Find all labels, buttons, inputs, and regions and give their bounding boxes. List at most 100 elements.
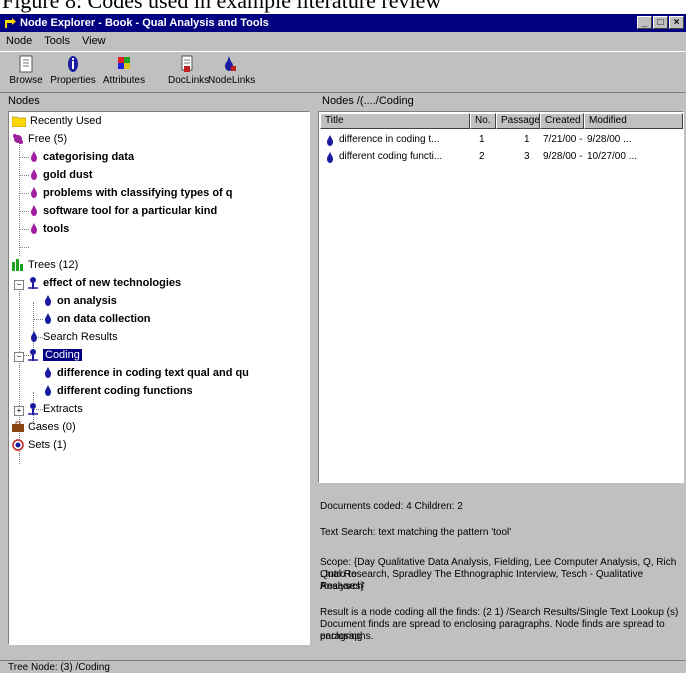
tree-node-label: Coding xyxy=(43,349,82,361)
collapse-coding-toggle[interactable]: − xyxy=(14,352,24,362)
tree-node-different-coding-functions[interactable]: different coding functions xyxy=(43,382,193,400)
info-result-line-3: paragraphs. xyxy=(320,631,374,642)
tree-trees[interactable]: Trees (12) xyxy=(12,256,78,274)
maximize-button[interactable]: □ xyxy=(653,16,668,29)
cell-title: different coding functi... xyxy=(339,151,443,162)
info-text-search: Text Search: text matching the pattern '… xyxy=(320,527,512,538)
nodelinks-icon xyxy=(225,56,236,71)
tree-node-software-tool[interactable]: software tool for a particular kind xyxy=(29,202,217,220)
tree-recently-used-label: Recently Used xyxy=(30,115,102,127)
tree-node-tools[interactable]: tools xyxy=(29,220,69,238)
cases-icon xyxy=(12,421,24,433)
attributes-button[interactable]: Attributes xyxy=(102,54,146,86)
tree-node-search-results[interactable]: Search Results xyxy=(29,328,118,346)
tree-cases[interactable]: Cases (0) xyxy=(12,418,76,436)
info-documents-coded: Documents coded: 4 Children: 2 xyxy=(320,501,463,512)
tree-node-icon xyxy=(28,403,38,416)
column-title[interactable]: Title xyxy=(320,113,470,129)
node-path-header: Nodes /(..../Coding xyxy=(322,95,414,107)
tree-sets[interactable]: Sets (1) xyxy=(12,436,67,454)
column-passages[interactable]: Passages xyxy=(496,113,540,129)
folder-icon xyxy=(12,116,26,128)
free-node-icon xyxy=(31,187,37,199)
cell-created: 7/21/00 - ... xyxy=(543,134,585,145)
node-icon xyxy=(45,367,51,379)
properties-label: Properties xyxy=(50,75,96,86)
node-icon xyxy=(327,152,333,163)
tree-node-label: Search Results xyxy=(43,331,118,343)
cell-title: difference in coding t... xyxy=(339,134,440,145)
attributes-label: Attributes xyxy=(102,75,146,86)
column-no[interactable]: No. xyxy=(470,113,496,129)
menu-bar: Node Tools View xyxy=(0,33,686,50)
minimize-button[interactable]: _ xyxy=(637,16,652,29)
status-bar: Tree Node: (3) /Coding xyxy=(0,660,686,673)
title-bar[interactable]: Node Explorer - Book - Qual Analysis and… xyxy=(0,14,686,32)
tree-node-label: problems with classifying types of q xyxy=(43,187,233,199)
tree-node-difference-in-coding[interactable]: difference in coding text qual and qu xyxy=(43,364,249,382)
sets-icon xyxy=(12,439,24,451)
nodelinks-button[interactable]: NodeLinks xyxy=(208,54,256,86)
tree-node-label: gold dust xyxy=(43,169,93,181)
tree-node-label: tools xyxy=(43,223,70,235)
tree-node-effect-of-new-technologies[interactable]: effect of new technologies xyxy=(27,274,181,292)
cell-passages: 3 xyxy=(524,151,530,162)
tree-node-problems-classifying[interactable]: problems with classifying types of q xyxy=(29,184,232,202)
node-description-pane: Documents coded: 4 Children: 2 Text Sear… xyxy=(318,483,684,645)
tree-node-label: effect of new technologies xyxy=(43,277,182,289)
menu-view[interactable]: View xyxy=(76,33,112,50)
info-scope-line-3: Analyses} xyxy=(320,581,364,592)
node-icon xyxy=(31,331,37,343)
node-explorer-app-icon xyxy=(5,18,16,28)
tree-node-categorising-data[interactable]: categorising data xyxy=(29,148,134,166)
tree-cases-label: Cases (0) xyxy=(28,421,76,433)
doclinks-icon xyxy=(181,55,193,72)
node-icon xyxy=(45,313,51,325)
toolbar: Browse Properties Attributes DocLinks No… xyxy=(0,51,686,93)
node-list[interactable]: Title No. Passages Created Modified diff… xyxy=(318,111,684,483)
tree-node-icon xyxy=(28,349,38,362)
window-title: Node Explorer - Book - Qual Analysis and… xyxy=(20,17,269,29)
column-modified[interactable]: Modified xyxy=(584,113,683,129)
free-node-icon xyxy=(31,205,37,217)
tree-node-on-analysis[interactable]: on analysis xyxy=(43,292,117,310)
browse-icon xyxy=(19,55,33,73)
menu-tools[interactable]: Tools xyxy=(38,33,76,50)
node-icon xyxy=(327,135,333,146)
tree-node-on-data-collection[interactable]: on data collection xyxy=(43,310,151,328)
cell-no: 2 xyxy=(479,151,485,162)
tree-node-icon xyxy=(28,277,38,290)
free-nodes-icon xyxy=(13,134,23,145)
node-tree[interactable]: Recently Used Free (5) categorising data… xyxy=(8,111,310,645)
tree-node-gold-dust[interactable]: gold dust xyxy=(29,166,93,184)
tree-node-label: on data collection xyxy=(57,313,151,325)
tree-node-label: categorising data xyxy=(43,151,135,163)
tree-recently-used[interactable]: Recently Used xyxy=(12,112,102,130)
free-node-icon xyxy=(31,223,37,235)
nodes-pane-header: Nodes xyxy=(8,95,40,107)
properties-button[interactable]: Properties xyxy=(48,54,98,86)
node-explorer-window: Node Explorer - Book - Qual Analysis and… xyxy=(0,14,686,673)
doclinks-button[interactable]: DocLinks xyxy=(168,54,209,86)
close-button[interactable]: × xyxy=(669,16,684,29)
browse-label: Browse xyxy=(9,75,43,86)
cell-modified: 9/28/00 ... xyxy=(587,134,632,145)
nodelinks-label: NodeLinks xyxy=(208,75,256,86)
browse-button[interactable]: Browse xyxy=(6,54,46,86)
info-result-line-1: Result is a node coding all the finds: (… xyxy=(320,607,679,618)
tree-node-label: Extracts xyxy=(43,403,83,415)
expand-extracts-toggle[interactable]: + xyxy=(14,406,24,416)
cell-modified: 10/27/00 ... xyxy=(587,151,638,162)
cell-passages: 1 xyxy=(524,134,530,145)
tree-node-coding[interactable]: Coding xyxy=(27,346,82,364)
free-node-icon xyxy=(31,169,37,181)
tree-trees-label: Trees (12) xyxy=(28,259,79,271)
column-created[interactable]: Created xyxy=(540,113,584,129)
cell-created: 9/28/00 - ... xyxy=(543,151,585,162)
node-icon xyxy=(45,385,51,397)
collapse-effect-toggle[interactable]: − xyxy=(14,280,24,290)
menu-node[interactable]: Node xyxy=(0,33,38,50)
tree-free[interactable]: Free (5) xyxy=(12,130,67,148)
tree-node-label: on analysis xyxy=(57,295,117,307)
tree-node-extracts[interactable]: Extracts xyxy=(27,400,83,418)
